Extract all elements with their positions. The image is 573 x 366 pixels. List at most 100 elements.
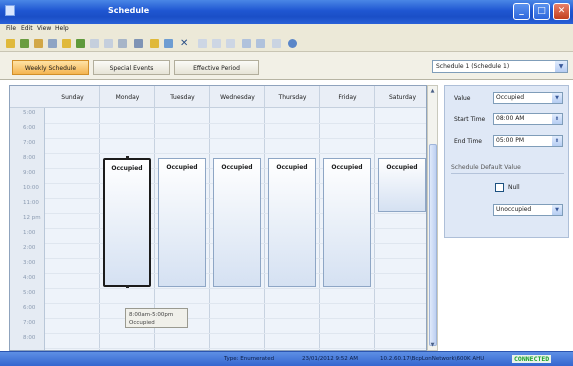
time-label: 1:00 bbox=[23, 230, 36, 236]
title-bar: Schedule _ □ ✕ bbox=[0, 0, 573, 24]
connection-status: CONNECTED bbox=[512, 355, 552, 363]
default-value-heading: Schedule Default Value bbox=[451, 164, 521, 171]
resize-handle-bottom[interactable] bbox=[126, 285, 129, 288]
scroll-down-icon[interactable]: ▼ bbox=[428, 340, 437, 350]
import-icon[interactable] bbox=[48, 39, 57, 48]
new-icon[interactable] bbox=[6, 39, 15, 48]
time-label: 11:00 bbox=[23, 200, 39, 206]
time-label: 3:00 bbox=[23, 260, 36, 266]
spinner-icon[interactable]: ⬍ bbox=[552, 114, 562, 124]
end-time-value: 05:00 PM bbox=[496, 137, 524, 144]
day-column-sunday[interactable] bbox=[45, 86, 100, 350]
hour-gridline bbox=[45, 288, 426, 289]
day-column-saturday[interactable] bbox=[375, 86, 426, 350]
paste-icon[interactable] bbox=[76, 39, 85, 48]
minimize-button[interactable]: _ bbox=[513, 3, 530, 20]
search-icon[interactable] bbox=[150, 39, 159, 48]
schedule-select-value: Schedule 1 (Schedule 1) bbox=[436, 63, 510, 70]
export-icon[interactable] bbox=[242, 39, 251, 48]
refresh-icon[interactable] bbox=[226, 39, 235, 48]
value-select[interactable]: Occupied ▼ bbox=[493, 92, 563, 104]
event-block-thursday[interactable]: Occupied bbox=[268, 158, 316, 287]
calendar-scrollbar[interactable]: ▲ ▼ bbox=[427, 85, 438, 351]
spinner-icon[interactable]: ⬍ bbox=[552, 136, 562, 146]
section-divider bbox=[451, 173, 564, 174]
menu-edit[interactable]: Edit bbox=[21, 25, 33, 32]
time-label: 8:00 bbox=[23, 155, 36, 161]
hour-gridline bbox=[45, 153, 426, 154]
save-icon[interactable] bbox=[34, 39, 43, 48]
maximize-button[interactable]: □ bbox=[533, 3, 550, 20]
time-label: 6:00 bbox=[23, 305, 36, 311]
resize-handle-top[interactable] bbox=[126, 156, 129, 159]
end-time-label: End Time bbox=[454, 138, 482, 145]
open-icon[interactable] bbox=[20, 39, 29, 48]
menu-file[interactable]: File bbox=[6, 25, 16, 32]
chevron-down-icon[interactable]: ▼ bbox=[555, 61, 567, 72]
scrollbar-thumb[interactable] bbox=[429, 144, 437, 346]
weekly-calendar[interactable]: Sunday Monday Tuesday Wednesday Thursday Frid… bbox=[9, 85, 427, 351]
tooltip-time: 8:00am-5:00pm bbox=[129, 312, 174, 318]
menu-help[interactable]: Help bbox=[55, 25, 69, 32]
find-icon[interactable] bbox=[164, 39, 173, 48]
status-bar: Type: Enumerated 23/01/2012 9:52 AM 10.2… bbox=[0, 351, 573, 366]
null-checkbox[interactable] bbox=[495, 183, 504, 192]
grid-icon[interactable] bbox=[118, 39, 127, 48]
time-label: 10:00 bbox=[23, 185, 39, 191]
event-block-tuesday[interactable]: Occupied bbox=[158, 158, 206, 287]
properties-panel: Value Occupied ▼ Start Time 08:00 AM ⬍ E… bbox=[444, 85, 569, 238]
status-path: 10.2.60.17\BcpLonNetwork\600K AHU bbox=[380, 356, 485, 362]
default-value-text: Unoccupied bbox=[496, 206, 532, 213]
hour-gridline bbox=[45, 318, 426, 319]
help-icon[interactable] bbox=[288, 39, 297, 48]
close-button[interactable]: ✕ bbox=[553, 3, 570, 20]
event-tooltip: 8:00am-5:00pm Occupied bbox=[125, 308, 188, 328]
event-block-wednesday[interactable]: Occupied bbox=[213, 158, 261, 287]
time-label: 12 pm bbox=[23, 215, 41, 221]
hour-gridline bbox=[45, 138, 426, 139]
hour-gridline bbox=[45, 348, 426, 349]
edit-icon[interactable] bbox=[134, 39, 143, 48]
event-block-monday[interactable]: Occupied bbox=[103, 158, 151, 287]
hour-gridline bbox=[45, 333, 426, 334]
app-icon bbox=[5, 5, 15, 16]
tooltip-value: Occupied bbox=[129, 320, 155, 326]
event-block-saturday[interactable]: Occupied bbox=[378, 158, 426, 212]
time-label: 9:00 bbox=[23, 170, 36, 176]
default-value-select[interactable]: Unoccupied ▼ bbox=[493, 204, 563, 216]
tab-effective-period[interactable]: Effective Period bbox=[174, 60, 259, 75]
menu-bar: File Edit View Help bbox=[0, 24, 573, 36]
time-label: 5:00 bbox=[23, 290, 36, 296]
delete-icon[interactable]: ✕ bbox=[180, 39, 189, 49]
value-label: Value bbox=[454, 95, 471, 102]
null-label: Null bbox=[508, 184, 520, 191]
time-label: 4:00 bbox=[23, 275, 36, 281]
status-type: Type: Enumerated bbox=[224, 356, 275, 362]
print-icon[interactable] bbox=[256, 39, 265, 48]
time-label: 6:00 bbox=[23, 125, 36, 131]
tab-special-events[interactable]: Special Events bbox=[93, 60, 170, 75]
tab-weekly-schedule[interactable]: Weekly Schedule bbox=[12, 60, 89, 75]
status-timestamp: 23/01/2012 9:52 AM bbox=[302, 356, 359, 362]
scroll-up-icon[interactable]: ▲ bbox=[428, 86, 437, 96]
start-time-input[interactable]: 08:00 AM ⬍ bbox=[493, 113, 563, 125]
chevron-down-icon[interactable]: ▼ bbox=[552, 93, 562, 103]
toolbar: ✕ bbox=[0, 36, 573, 52]
start-time-label: Start Time bbox=[454, 116, 486, 123]
event-block-friday[interactable]: Occupied bbox=[323, 158, 371, 287]
menu-view[interactable]: View bbox=[37, 25, 51, 32]
move-up-icon[interactable] bbox=[198, 39, 207, 48]
undo-icon[interactable] bbox=[90, 39, 99, 48]
time-label: 5:00 bbox=[23, 110, 36, 116]
time-label: 8:00 bbox=[23, 335, 36, 341]
copy-icon[interactable] bbox=[62, 39, 71, 48]
settings-icon[interactable] bbox=[272, 39, 281, 48]
redo-icon[interactable] bbox=[104, 39, 113, 48]
move-down-icon[interactable] bbox=[212, 39, 221, 48]
chevron-down-icon[interactable]: ▼ bbox=[552, 205, 562, 215]
value-select-text: Occupied bbox=[496, 94, 525, 101]
end-time-input[interactable]: 05:00 PM ⬍ bbox=[493, 135, 563, 147]
time-column: 5:00 6:00 7:00 8:00 9:00 10:00 11:00 12 pm 1:00 2… bbox=[10, 108, 45, 350]
hour-gridline bbox=[45, 303, 426, 304]
schedule-select[interactable]: Schedule 1 (Schedule 1) ▼ bbox=[432, 60, 568, 73]
